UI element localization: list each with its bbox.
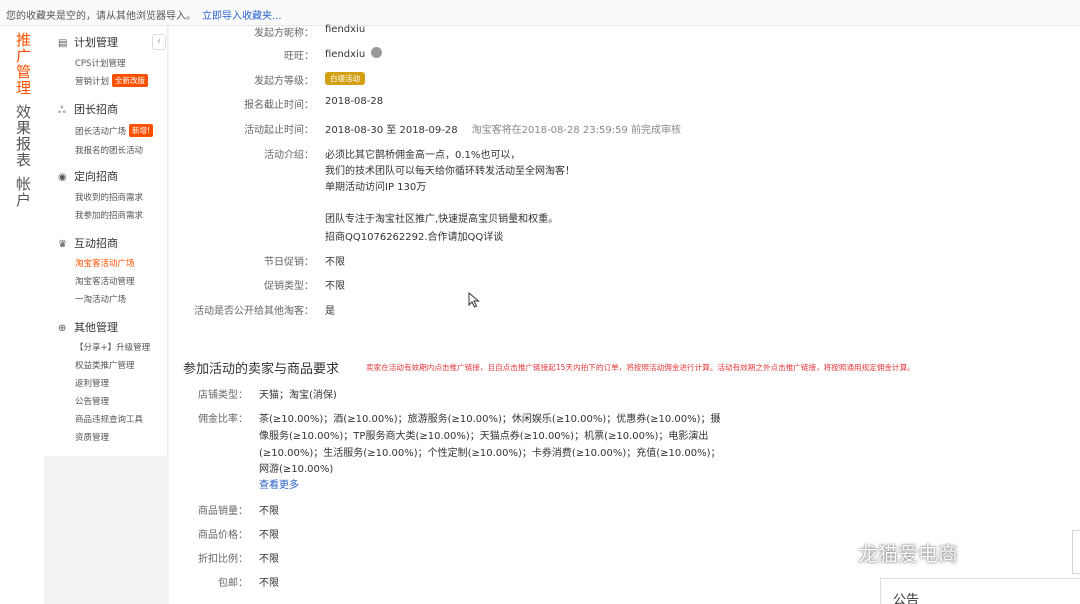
- intro-line: 必须比其它鹊桥佣金高一点，0.1%也可以，: [325, 150, 521, 161]
- sidebar-item-marketing-plan[interactable]: 营销计划 全新改版: [75, 74, 149, 87]
- level-value: 白银活动: [325, 72, 365, 85]
- group-leader-recruit[interactable]: ஃ 团长招商: [58, 101, 118, 117]
- sidebar-item-rights-promotion[interactable]: 权益类推广管理: [75, 359, 135, 371]
- discount-label: 折扣比例：: [198, 554, 248, 565]
- mouse-cursor-icon: [468, 292, 480, 308]
- sidebar-item-cps-plan[interactable]: CPS计划管理: [75, 57, 125, 69]
- commission-line: 像服务(≥10.00%)；TP服务商大类(≥10.00%)；天猫点券(≥10.0…: [259, 431, 709, 442]
- group-plan-management[interactable]: ▤ 计划管理: [58, 34, 118, 50]
- requirements-title: 参加活动的卖家与商品要求: [183, 362, 340, 377]
- sub-nav: ‹ ▤ 计划管理 CPS计划管理 营销计划 全新改版 ஃ 团长招商 团长活动广场 新增!…: [44, 26, 168, 456]
- group-icon: ஃ: [58, 105, 66, 116]
- signup-deadline-label: 报名截止时间：: [244, 100, 314, 111]
- commission-label: 佣金比率：: [198, 414, 248, 425]
- group-targeted-recruit[interactable]: ◉ 定向招商: [58, 168, 118, 184]
- sidebar-item-leader-square[interactable]: 团长活动广场 新增!: [75, 124, 154, 137]
- sidebar-item-taoke-activity-square[interactable]: 淘宝客活动广场: [75, 257, 135, 269]
- bookmark-empty-message: 您的收藏夹是空的，请从其他浏览器导入。: [6, 11, 196, 22]
- sidebar-item-my-leader-activities[interactable]: 我报名的团长活动: [75, 144, 143, 156]
- notice-panel[interactable]: 公告: [880, 578, 1080, 604]
- wangwang-chat-icon[interactable]: [371, 47, 383, 58]
- intro-label: 活动介绍：: [264, 150, 314, 161]
- commission-line: (≥10.00%)；生活服务(≥10.00%)；个性定制(≥10.00%)；卡券…: [259, 448, 721, 459]
- group-interactive-recruit[interactable]: ♛ 互动招商: [58, 235, 118, 251]
- sidebar-item-taoke-activity-management[interactable]: 淘宝客活动管理: [75, 275, 135, 287]
- price-value: 不限: [259, 530, 279, 541]
- level-badge: 白银活动: [325, 72, 365, 85]
- sales-label: 商品销量：: [198, 506, 248, 517]
- intro-line: 我们的技术团队可以每天给你循环转发活动至全网淘客！: [325, 166, 575, 177]
- sales-value: 不限: [259, 506, 279, 517]
- new-badge: 新增!: [129, 124, 154, 137]
- notice-title: 公告: [893, 593, 920, 604]
- holiday-label: 节日促销：: [264, 257, 314, 268]
- side-panel-tab[interactable]: [1072, 530, 1080, 574]
- clipboard-icon: ▤: [58, 38, 68, 49]
- shop-type-label: 店铺类型：: [198, 390, 248, 401]
- sidebar-item-etao-activity-square[interactable]: 一淘活动广场: [75, 293, 126, 305]
- left-nav: 推广管理 效果报表 帐户: [0, 26, 44, 604]
- review-note: 淘宝客将在2018-08-28 23:59:59 前完成审核: [471, 125, 681, 136]
- import-bookmarks-link[interactable]: 立即导入收藏夹...: [202, 11, 282, 22]
- watermark-text: 龙猫爱电商: [858, 542, 958, 566]
- nav-account[interactable]: 帐户: [16, 176, 32, 208]
- period-label: 活动起止时间：: [244, 125, 314, 136]
- shipping-value: 不限: [259, 578, 279, 589]
- shipping-label: 包邮：: [218, 578, 248, 589]
- sidebar-item-violation-query[interactable]: 商品违规查询工具: [75, 413, 143, 425]
- group-other-management[interactable]: ⊕ 其他管理: [58, 319, 118, 335]
- collapse-sidebar-button[interactable]: ‹: [152, 34, 166, 50]
- nickname-label: 发起方昵称：: [254, 28, 314, 39]
- commission-line: 茶(≥10.00%)；酒(≥10.00%)；旅游服务(≥10.00%)；休闲娱乐…: [259, 414, 721, 425]
- price-label: 商品价格：: [198, 530, 248, 541]
- period-value: 2018-08-30 至 2018-09-28 淘宝客将在2018-08-28 2…: [325, 125, 681, 136]
- sidebar-item-joined-requests[interactable]: 我参加的招商需求: [75, 209, 143, 221]
- sidebar-item-qualification[interactable]: 资质管理: [75, 431, 109, 443]
- location-icon: ◉: [58, 172, 67, 183]
- intro-line: 招商QQ1076262292.合作请加QQ详谈: [325, 232, 504, 243]
- sidebar-item-received-requests[interactable]: 我收到的招商需求: [75, 191, 143, 203]
- promo-type-value: 不限: [325, 281, 345, 292]
- plus-circle-icon: ⊕: [58, 323, 67, 334]
- intro-line: 团队专注于淘宝社区推广,快速提高宝贝销量和权重。: [325, 214, 559, 225]
- view-more-link[interactable]: 查看更多: [259, 476, 299, 491]
- requirements-note: 卖家在活动有效期内点击推广链接，且自点击推广链接起15天内拍下的订单，将按照活动…: [366, 363, 915, 372]
- holiday-value: 不限: [325, 257, 345, 268]
- new-version-badge: 全新改版: [112, 74, 149, 87]
- sidebar-item-rebate[interactable]: 返利管理: [75, 377, 109, 389]
- nav-performance-reports[interactable]: 效果报表: [16, 104, 32, 168]
- shop-type-value: 天猫；淘宝(消保): [259, 390, 337, 401]
- nickname-value: fiendxiu: [325, 24, 366, 35]
- trophy-icon: ♛: [58, 239, 67, 250]
- wangwang-value: fiendxiu: [325, 47, 383, 60]
- commission-line: 网游(≥10.00%): [259, 464, 334, 475]
- wangwang-label: 旺旺：: [284, 51, 314, 62]
- public-value: 是: [325, 306, 335, 317]
- discount-value: 不限: [259, 554, 279, 565]
- nav-promotion-management[interactable]: 推广管理: [16, 32, 32, 96]
- promo-type-label: 促销类型：: [264, 281, 314, 292]
- level-label: 发起方等级：: [254, 76, 314, 87]
- intro-line: 单期活动访问IP 130万: [325, 182, 427, 193]
- activity-detail: 发起方昵称： fiendxiu 旺旺： fiendxiu 发起方等级： 白银活动…: [169, 24, 1080, 604]
- bookmark-bar: 您的收藏夹是空的，请从其他浏览器导入。 立即导入收藏夹...: [0, 0, 1080, 26]
- sidebar-item-share-upgrade[interactable]: 【分享+】升级管理: [75, 341, 150, 353]
- signup-deadline-value: 2018-08-28: [325, 96, 384, 107]
- public-label: 活动是否公开给其他淘客：: [194, 306, 314, 317]
- sidebar-item-notice[interactable]: 公告管理: [75, 395, 109, 407]
